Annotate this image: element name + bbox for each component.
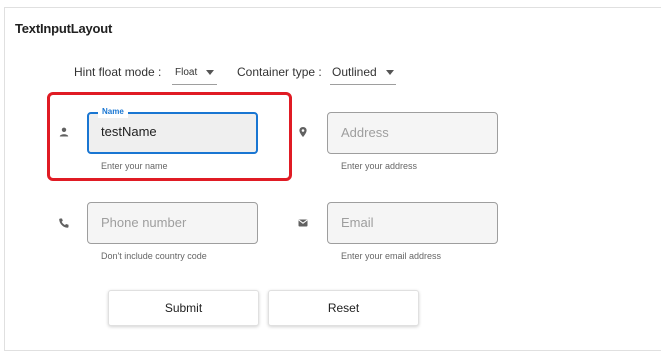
address-field[interactable]: Address — [327, 112, 498, 154]
address-helper-text: Enter your address — [341, 161, 418, 171]
phone-placeholder: Phone number — [101, 215, 187, 230]
email-placeholder: Email — [341, 215, 374, 230]
address-placeholder: Address — [341, 125, 389, 140]
phone-icon — [59, 218, 69, 228]
email-field[interactable]: Email — [327, 202, 498, 244]
hint-float-mode-value: Float — [175, 66, 198, 78]
submit-button-label: Submit — [164, 301, 203, 315]
hint-float-mode-label: Hint float mode : — [74, 65, 162, 79]
chevron-down-icon — [206, 69, 215, 75]
highlight-box — [47, 92, 292, 181]
container-type-label: Container type : — [237, 65, 322, 79]
hint-float-mode-select[interactable]: Float — [172, 60, 217, 85]
container-type-value: Outlined — [332, 65, 377, 79]
card-title: TextInputLayout — [15, 21, 113, 36]
phone-field[interactable]: Phone number — [87, 202, 258, 244]
mail-icon — [298, 219, 308, 227]
location-pin-icon — [299, 127, 307, 137]
email-helper-text: Enter your email address — [341, 251, 442, 261]
submit-button[interactable]: Submit — [108, 290, 259, 326]
chevron-down-icon — [385, 69, 394, 75]
phone-helper-text: Don't include country code — [101, 251, 207, 261]
reset-button[interactable]: Reset — [268, 290, 419, 326]
container-type-select[interactable]: Outlined — [330, 60, 396, 85]
reset-button-label: Reset — [327, 301, 360, 315]
